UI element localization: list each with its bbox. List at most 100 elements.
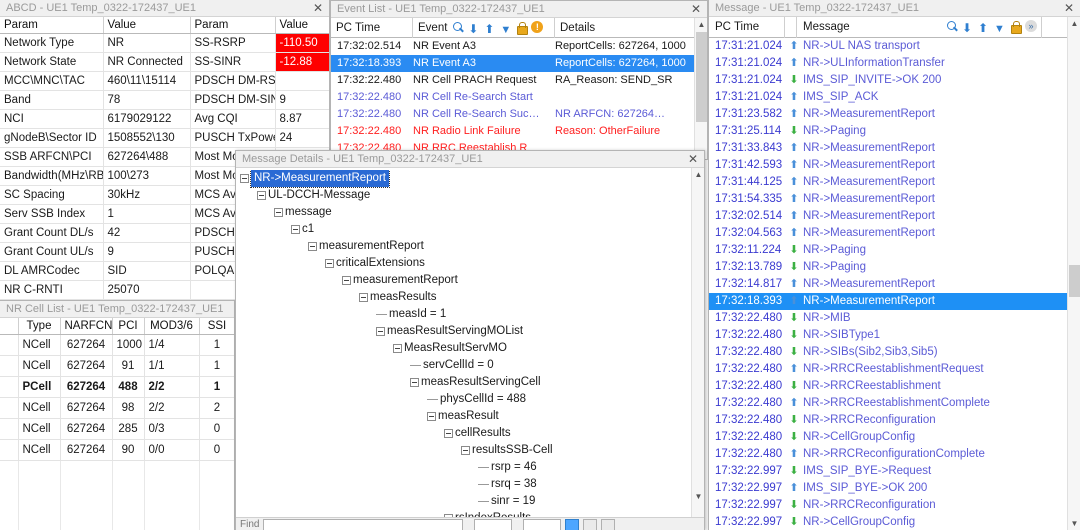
tree-node[interactable]: physCellId = 488: [236, 391, 691, 408]
list-item[interactable]: 17:31:42.593 ⬆ NR->MeasurementReport: [709, 157, 1067, 174]
scroll-down-icon[interactable]: ▼: [1068, 517, 1080, 530]
list-item[interactable]: 17:32:22.480 ⬇ NR->RRCReconfiguration: [709, 412, 1067, 429]
download-icon[interactable]: [467, 19, 481, 38]
search-icon[interactable]: [945, 20, 959, 34]
list-item[interactable]: 17:32:22.997 ⬆ IMS_SIP_BYE->OK 200: [709, 480, 1067, 497]
collapse-icon[interactable]: [410, 378, 419, 387]
scrollbar-thumb[interactable]: [696, 32, 707, 122]
list-item[interactable]: 17:32:22.480 ⬆ NR->RRCReestablishmentReque…: [709, 361, 1067, 378]
celllist-header-cell-1[interactable]: Type: [18, 318, 61, 335]
event-vertical-scrollbar[interactable]: ▲: [694, 18, 707, 159]
scroll-down-icon[interactable]: ▼: [692, 490, 704, 503]
upload-icon[interactable]: [483, 19, 497, 38]
close-icon[interactable]: ✕: [686, 153, 700, 165]
abcd-header-cell-2[interactable]: Param: [190, 17, 276, 34]
tree-node[interactable]: criticalExtensions: [236, 255, 691, 272]
table-row[interactable]: MCC\MNC\TAC460\11\15114PDSCH DM-RSRP: [0, 71, 329, 91]
alert-icon[interactable]: [531, 20, 545, 35]
tree-node[interactable]: measResultServingMOList: [236, 323, 691, 340]
goto-field-2[interactable]: [523, 518, 562, 530]
list-item[interactable]: 17:31:21.024 ⬆ NR->ULInformationTransfer: [709, 55, 1067, 72]
event-row[interactable]: 17:32:18.393 NR Event A3 ReportCells: 6272…: [331, 55, 694, 72]
tree-node[interactable]: MeasResultServMO: [236, 340, 691, 357]
list-item[interactable]: 17:32:22.480 ⬇ NR->MIB: [709, 310, 1067, 327]
scroll-up-icon[interactable]: ▲: [1068, 17, 1080, 30]
more-icon[interactable]: [1025, 20, 1039, 34]
list-item[interactable]: 17:31:54.335 ⬆ NR->MeasurementReport: [709, 191, 1067, 208]
list-item[interactable]: 17:32:22.480 ⬇ NR->SIBType1: [709, 327, 1067, 344]
list-item[interactable]: 17:32:22.480 ⬇ NR->SIBs(Sib2,Sib3,Sib5): [709, 344, 1067, 361]
table-row[interactable]: PCell 627264 488 2/2 1: [0, 376, 234, 398]
find-input[interactable]: [263, 518, 464, 530]
event-row[interactable]: 17:32:02.514 NR Event A3 ReportCells: 6272…: [331, 38, 694, 55]
tree-node[interactable]: rsrq = 38: [236, 476, 691, 493]
tree-node[interactable]: measResults: [236, 289, 691, 306]
table-row[interactable]: Band78PDSCH DM-SINR9: [0, 90, 329, 110]
table-row[interactable]: NCell 627264 285 0/3 0: [0, 418, 234, 440]
goto-field-1[interactable]: [474, 518, 513, 530]
filter-icon[interactable]: [499, 20, 513, 38]
message-col-pctime[interactable]: PC Time: [709, 17, 785, 38]
table-row[interactable]: NCell 627264 91 1/1 1: [0, 355, 234, 377]
collapse-icon[interactable]: [359, 293, 368, 302]
tree-node[interactable]: rsIndexResults: [236, 510, 691, 517]
abcd-header-cell-0[interactable]: Param: [0, 17, 104, 34]
collapse-icon[interactable]: [291, 225, 300, 234]
event-row[interactable]: 17:32:22.480 NR Cell Re-Search Suc… NR ARF…: [331, 106, 694, 123]
list-item[interactable]: 17:31:25.114 ⬇ NR->Paging: [709, 123, 1067, 140]
list-item[interactable]: 17:32:18.393 ⬆ NR->MeasurementReport: [709, 293, 1067, 310]
tree-node[interactable]: resultsSSB-Cell: [236, 442, 691, 459]
close-icon[interactable]: ✕: [311, 2, 325, 14]
event-row[interactable]: 17:32:22.480 NR Cell PRACH Request RA_Reas…: [331, 72, 694, 89]
collapse-icon[interactable]: [461, 446, 470, 455]
table-row[interactable]: Network Type NR SS-RSRP -110.50: [0, 33, 329, 53]
list-item[interactable]: 17:31:21.024 ⬆ IMS_SIP_ACK: [709, 89, 1067, 106]
details-vertical-scrollbar[interactable]: ▲ ▼: [691, 168, 704, 517]
list-item[interactable]: 17:32:04.563 ⬆ NR->MeasurementReport: [709, 225, 1067, 242]
collapse-icon[interactable]: [393, 344, 402, 353]
filter-icon[interactable]: [993, 19, 1007, 40]
download-icon[interactable]: [961, 18, 975, 39]
tree-node[interactable]: measResult: [236, 408, 691, 425]
tree-node[interactable]: servCellId = 0: [236, 357, 691, 374]
collapse-icon[interactable]: [342, 276, 351, 285]
list-item[interactable]: 17:32:22.480 ⬇ NR->RRCReestablishment: [709, 378, 1067, 395]
list-item[interactable]: 17:32:13.789 ⬇ NR->Paging: [709, 259, 1067, 276]
scroll-up-icon[interactable]: ▲: [695, 18, 707, 31]
table-row[interactable]: NCell 627264 1000 1/4 1: [0, 334, 234, 356]
list-item[interactable]: 17:32:22.997 ⬇ IMS_SIP_BYE->Request: [709, 463, 1067, 480]
celllist-header-cell-0[interactable]: [0, 318, 19, 335]
list-item[interactable]: 17:31:21.024 ⬇ IMS_SIP_INVITE->OK 200: [709, 72, 1067, 89]
collapse-icon[interactable]: [240, 174, 249, 183]
close-icon[interactable]: ✕: [689, 3, 703, 15]
help-button[interactable]: [601, 518, 616, 530]
table-row[interactable]: NCI 6179029122 Avg CQI 8.87: [0, 109, 329, 129]
collapse-icon[interactable]: [257, 191, 266, 200]
apply-button[interactable]: [565, 518, 580, 530]
event-col-details[interactable]: Details: [555, 18, 707, 38]
collapse-icon[interactable]: [427, 412, 436, 421]
tree-node[interactable]: cellResults: [236, 425, 691, 442]
list-item[interactable]: 17:31:33.843 ⬆ NR->MeasurementReport: [709, 140, 1067, 157]
list-item[interactable]: 17:31:44.125 ⬆ NR->MeasurementReport: [709, 174, 1067, 191]
tree-node[interactable]: sinr = 19: [236, 493, 691, 510]
list-item[interactable]: 17:32:11.224 ⬇ NR->Paging: [709, 242, 1067, 259]
scrollbar-thumb[interactable]: [1069, 265, 1080, 297]
abcd-header-cell-3[interactable]: Value: [275, 17, 329, 34]
tree-node[interactable]: measResultServingCell: [236, 374, 691, 391]
lock-icon[interactable]: [1009, 20, 1023, 34]
close-icon[interactable]: ✕: [1062, 2, 1076, 14]
celllist-header-cell-3[interactable]: PCI: [112, 318, 145, 335]
table-row[interactable]: gNodeB\Sector ID 1508552\130 PUSCH TxPower…: [0, 128, 329, 148]
list-item[interactable]: 17:32:22.480 ⬇ NR->CellGroupConfig: [709, 429, 1067, 446]
celllist-header-cell-2[interactable]: NARFCN: [60, 318, 113, 335]
scroll-up-icon[interactable]: ▲: [692, 168, 704, 181]
list-item[interactable]: 17:32:14.817 ⬆ NR->MeasurementReport: [709, 276, 1067, 293]
tree-node[interactable]: measId = 1: [236, 306, 691, 323]
tree-node[interactable]: measurementReport: [236, 238, 691, 255]
table-row[interactable]: Network State NR Connected SS-SINR -12.88: [0, 52, 329, 72]
event-col-pctime[interactable]: PC Time: [331, 18, 413, 38]
lock-icon[interactable]: [515, 21, 529, 35]
tree-node[interactable]: c1: [236, 221, 691, 238]
message-col-message[interactable]: Message: [797, 17, 1042, 40]
